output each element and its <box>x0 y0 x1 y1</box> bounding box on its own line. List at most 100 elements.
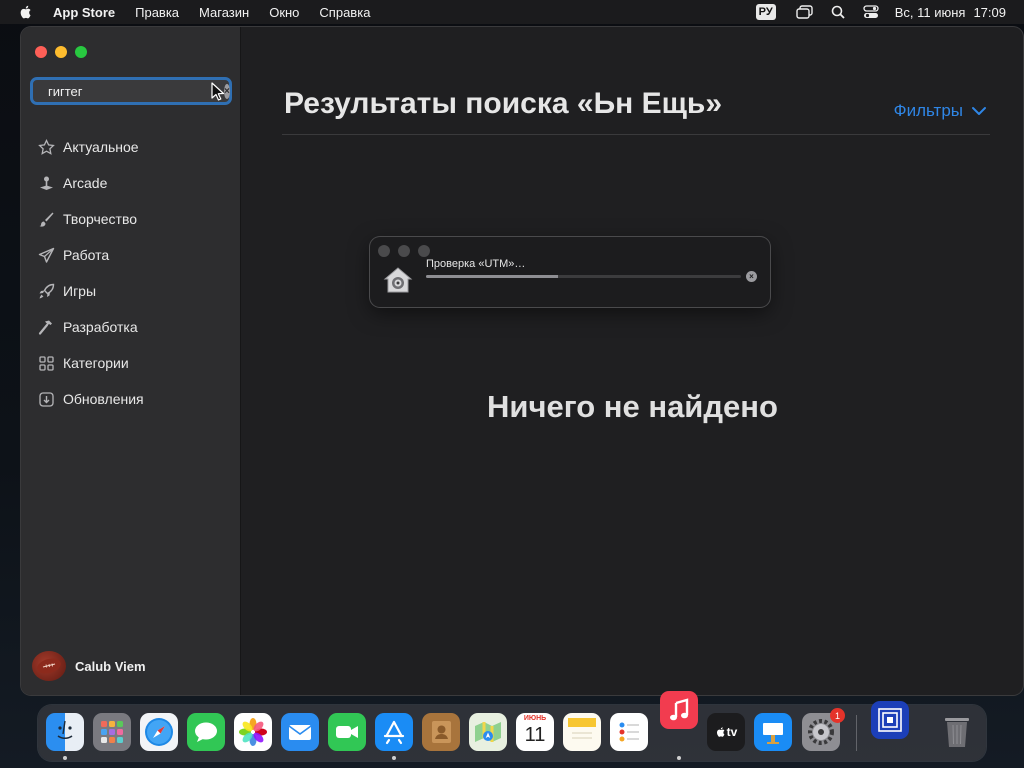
reminders-icon <box>619 722 639 742</box>
apple-icon[interactable] <box>18 4 34 20</box>
dock-separator <box>856 715 857 751</box>
menu-edit[interactable]: Правка <box>135 5 179 20</box>
filters-label: Фильтры <box>893 101 963 120</box>
verification-progress-bar <box>426 275 741 278</box>
sidebar-item-work[interactable]: Работа <box>21 237 241 273</box>
dock-keynote[interactable] <box>754 713 792 751</box>
joystick-icon <box>37 174 55 192</box>
cancel-verification-button[interactable]: × <box>746 271 757 282</box>
maps-icon <box>475 722 501 742</box>
menu-app-store[interactable]: App Store <box>53 5 115 20</box>
dock-safari[interactable] <box>140 713 178 751</box>
minimize-window-button[interactable] <box>55 46 67 58</box>
sidebar-item-discover[interactable]: Актуальное <box>21 129 241 165</box>
sidebar-item-label: Творчество <box>63 211 138 227</box>
window-controls <box>35 46 87 58</box>
windows-icon[interactable] <box>796 4 814 20</box>
photos-icon <box>239 718 267 746</box>
dock-app-store[interactable] <box>375 713 413 751</box>
input-language[interactable]: РУ <box>755 4 776 20</box>
mail-icon <box>288 725 312 740</box>
sidebar-nav: Актуальное Arcade Творчество Работа Игры… <box>21 129 241 417</box>
sidebar-item-label: Обновления <box>63 391 144 407</box>
dock-messages[interactable] <box>187 713 225 751</box>
search-field[interactable]: × <box>30 77 232 105</box>
dialog-zoom-button[interactable] <box>418 245 430 257</box>
zoom-window-button[interactable] <box>75 46 87 58</box>
notes-icon <box>568 718 596 739</box>
grid-icon <box>37 354 55 372</box>
finder-icon <box>57 720 73 740</box>
empty-results-message: Ничего не найдено <box>487 389 778 424</box>
filters-button[interactable]: Фильтры <box>894 101 987 121</box>
sidebar-item-create[interactable]: Творчество <box>21 201 241 237</box>
menu-help[interactable]: Справка <box>319 5 370 20</box>
sidebar-item-label: Работа <box>63 247 110 263</box>
dialog-window-controls <box>378 245 430 257</box>
sidebar-item-label: Игры <box>63 283 97 299</box>
menu-bar: App Store Правка Магазин Окно Справка РУ… <box>0 0 1024 24</box>
sidebar-item-arcade[interactable]: Arcade <box>21 165 241 201</box>
menu-window[interactable]: Окно <box>269 5 299 20</box>
safari-icon <box>145 718 173 746</box>
control-center-icon[interactable] <box>862 4 880 20</box>
dialog-close-button[interactable] <box>378 245 390 257</box>
app-store-window: × Актуальное Arcade Творчество <box>21 27 1023 695</box>
dock-notes[interactable] <box>563 713 601 751</box>
dock-reminders[interactable] <box>610 713 648 751</box>
download-icon <box>37 390 55 408</box>
music-icon <box>670 698 689 721</box>
sidebar-item-develop[interactable]: Разработка <box>21 309 241 345</box>
dock-launchpad[interactable] <box>93 713 131 751</box>
rocket-icon <box>37 282 55 300</box>
dock-calendar[interactable]: ИЮНЬ 11 <box>516 713 554 751</box>
title-divider <box>282 134 990 135</box>
dock-system-settings[interactable]: 1 <box>802 708 845 751</box>
dock-finder[interactable] <box>46 713 84 751</box>
search-icon[interactable] <box>829 4 847 20</box>
close-window-button[interactable] <box>35 46 47 58</box>
main-content: Результаты поиска «Ьн Ещь» Фильтры Ничег… <box>242 27 1023 695</box>
contacts-icon <box>432 721 451 743</box>
dock-running-indicator <box>392 756 396 760</box>
paper-plane-icon <box>37 246 55 264</box>
sidebar-item-categories[interactable]: Категории <box>21 345 241 381</box>
dock-tv[interactable]: tv <box>707 713 745 751</box>
installer-icon <box>383 267 413 293</box>
verification-dialog: Проверка «UTM»… × <box>370 237 770 307</box>
settings-badge: 1 <box>830 708 845 723</box>
menu-store[interactable]: Магазин <box>199 5 249 20</box>
hammer-icon <box>37 318 55 336</box>
dock-contacts[interactable] <box>422 713 460 751</box>
account-name: Calub Viem <box>75 658 146 674</box>
mouse-cursor-icon <box>211 82 225 101</box>
keynote-icon <box>763 723 783 744</box>
dock-mail[interactable] <box>281 713 319 751</box>
dock-downloads-stack[interactable] <box>871 701 909 739</box>
menu-time[interactable]: 17:09 <box>973 5 1006 20</box>
dock-photos[interactable] <box>234 713 272 751</box>
sidebar: × Актуальное Arcade Творчество <box>21 27 241 695</box>
sidebar-item-label: Категории <box>63 355 129 371</box>
messages-icon <box>195 722 217 742</box>
stack-icon <box>878 708 902 732</box>
dock-maps[interactable] <box>469 713 507 751</box>
dialog-minimize-button[interactable] <box>398 245 410 257</box>
account-button[interactable]: Calub Viem <box>32 651 146 681</box>
dock-running-indicator <box>677 756 681 760</box>
dock-music[interactable] <box>660 691 698 729</box>
dock-running-indicator <box>63 756 67 760</box>
sidebar-item-updates[interactable]: Обновления <box>21 381 241 417</box>
menu-date[interactable]: Вс, 11 июня <box>895 5 966 20</box>
trash-icon <box>945 718 969 747</box>
sidebar-item-games[interactable]: Игры <box>21 273 241 309</box>
page-title: Результаты поиска «Ьн Ещь» <box>284 87 723 120</box>
gear-icon <box>808 719 834 745</box>
calendar-month: ИЮНЬ <box>523 715 547 722</box>
dock-facetime[interactable] <box>328 713 366 751</box>
sidebar-item-label: Разработка <box>63 319 138 335</box>
search-input[interactable] <box>48 83 224 99</box>
dock: ИЮНЬ 11 tv 1 <box>38 691 986 761</box>
calendar-day: 11 <box>524 724 546 746</box>
dock-trash[interactable] <box>938 713 976 751</box>
